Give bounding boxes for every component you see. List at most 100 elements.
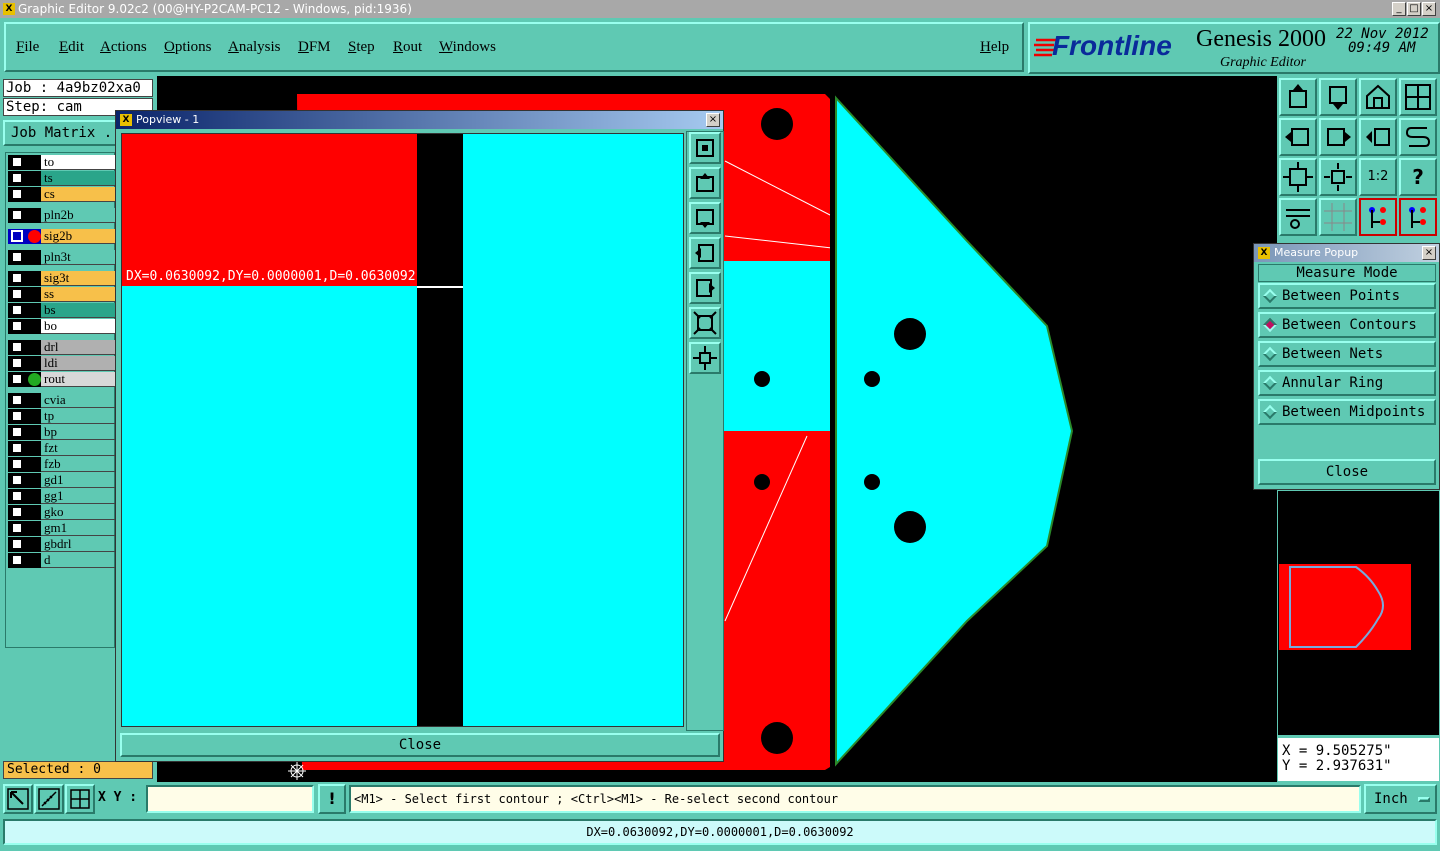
menu-actions[interactable]: Actions	[100, 39, 147, 56]
layer-row[interactable]: d	[8, 553, 116, 568]
tool-net-view-alt-button[interactable]	[1399, 198, 1437, 236]
tool-help-button[interactable]: ?	[1399, 158, 1437, 196]
popview-pan-left-button[interactable]	[689, 237, 721, 269]
measure-option-between-contours[interactable]: Between Contours	[1258, 312, 1436, 338]
tool-net-view-button[interactable]	[1359, 198, 1397, 236]
tool-pan-right-button[interactable]	[1319, 118, 1357, 156]
layer-checkbox[interactable]	[11, 357, 23, 369]
layer-row[interactable]: ldi	[8, 356, 116, 371]
layer-checkbox[interactable]	[11, 458, 23, 470]
layer-checkbox[interactable]	[11, 373, 23, 385]
tool-grid-button[interactable]	[1319, 198, 1357, 236]
layer-row[interactable]: gbdrl	[8, 537, 116, 552]
layer-checkbox[interactable]	[11, 251, 23, 263]
layer-checkbox[interactable]	[11, 410, 23, 422]
popview-zoom-out-button[interactable]	[689, 342, 721, 374]
layer-checkbox[interactable]	[11, 272, 23, 284]
layer-checkbox[interactable]	[11, 209, 23, 221]
measure-close-button[interactable]: Close	[1258, 459, 1436, 485]
layer-row[interactable]: gko	[8, 505, 116, 520]
menu-dfm[interactable]: DFM	[298, 39, 331, 56]
layer-checkbox[interactable]	[11, 442, 23, 454]
grid-snap-button[interactable]	[65, 784, 95, 814]
layer-row[interactable]: drl	[8, 340, 116, 355]
tool-swap-button[interactable]	[1359, 118, 1397, 156]
tool-home-button[interactable]	[1359, 78, 1397, 116]
layer-row[interactable]: ts	[8, 171, 116, 186]
popview-pan-down-button[interactable]	[689, 202, 721, 234]
menu-edit[interactable]: Edit	[59, 39, 84, 56]
menu-step[interactable]: Step	[348, 39, 375, 56]
layer-row[interactable]: bo	[8, 319, 116, 334]
layer-row[interactable]: fzt	[8, 441, 116, 456]
layer-row[interactable]: fzb	[8, 457, 116, 472]
measure-tool-button[interactable]	[34, 784, 64, 814]
popview-canvas[interactable]: DX=0.0630092,DY=0.0000001,D=0.0630092	[121, 133, 684, 727]
tool-pan-down-button[interactable]	[1319, 78, 1357, 116]
measure-option-annular-ring[interactable]: Annular Ring	[1258, 370, 1436, 396]
popview-zoom-window-button[interactable]	[689, 132, 721, 164]
layer-checkbox[interactable]	[11, 522, 23, 534]
layer-checkbox[interactable]	[11, 172, 23, 184]
layer-checkbox[interactable]	[11, 538, 23, 550]
menu-windows[interactable]: Windows	[439, 39, 496, 56]
layer-row[interactable]: to	[8, 155, 116, 170]
select-mode-button[interactable]	[3, 784, 33, 814]
tool-split-view-button[interactable]	[1399, 78, 1437, 116]
layer-row[interactable]: bp	[8, 425, 116, 440]
layer-checkbox[interactable]	[11, 304, 23, 316]
layer-row-active[interactable]: sig2b	[8, 229, 116, 244]
measure-close-icon[interactable]: ×	[1422, 246, 1436, 260]
layer-checkbox[interactable]	[11, 230, 23, 242]
layer-checkbox[interactable]	[11, 341, 23, 353]
layer-row[interactable]: rout	[8, 372, 116, 387]
layer-checkbox[interactable]	[11, 320, 23, 332]
layer-row[interactable]: tp	[8, 409, 116, 424]
overview-map[interactable]	[1277, 490, 1440, 736]
tool-snap-button[interactable]	[1279, 198, 1317, 236]
maximize-button[interactable]: □	[1407, 2, 1421, 16]
units-selector[interactable]: Inch	[1364, 784, 1437, 814]
minimize-button[interactable]: _	[1392, 2, 1406, 16]
layer-row[interactable]: gd1	[8, 473, 116, 488]
menu-rout[interactable]: Rout	[393, 39, 422, 56]
layer-row[interactable]: cvia	[8, 393, 116, 408]
tool-pan-left-button[interactable]	[1279, 118, 1317, 156]
tool-zoom-out-button[interactable]	[1319, 158, 1357, 196]
xy-input[interactable]	[146, 785, 314, 813]
layer-row[interactable]: pln3t	[8, 250, 116, 265]
menu-analysis[interactable]: Analysis	[228, 39, 281, 56]
menu-file[interactable]: File	[16, 39, 39, 56]
popview-pan-up-button[interactable]	[689, 167, 721, 199]
measure-option-between-points[interactable]: Between Points	[1258, 283, 1436, 309]
popview-zoom-in-button[interactable]	[689, 307, 721, 339]
layer-checkbox[interactable]	[11, 506, 23, 518]
layer-checkbox[interactable]	[11, 394, 23, 406]
layer-checkbox[interactable]	[11, 288, 23, 300]
layer-row[interactable]: gm1	[8, 521, 116, 536]
layer-row[interactable]: sig3t	[8, 271, 116, 286]
tool-ratio-button[interactable]: 1:2	[1359, 158, 1397, 196]
measure-option-between-nets[interactable]: Between Nets	[1258, 341, 1436, 367]
menu-help[interactable]: Help	[980, 39, 1009, 56]
layer-row[interactable]: gg1	[8, 489, 116, 504]
layer-row[interactable]: ss	[8, 287, 116, 302]
layer-checkbox[interactable]	[11, 156, 23, 168]
tool-pan-up-button[interactable]	[1279, 78, 1317, 116]
tool-zoom-in-button[interactable]	[1279, 158, 1317, 196]
layer-row[interactable]: pln2b	[8, 208, 116, 223]
layer-checkbox[interactable]	[11, 554, 23, 566]
popview-close-icon[interactable]: ×	[706, 113, 720, 127]
layer-row[interactable]: bs	[8, 303, 116, 318]
menu-options[interactable]: Options	[164, 39, 212, 56]
layer-checkbox[interactable]	[11, 490, 23, 502]
measure-option-between-midpoints[interactable]: Between Midpoints	[1258, 399, 1436, 425]
layer-checkbox[interactable]	[11, 188, 23, 200]
layer-checkbox[interactable]	[11, 426, 23, 438]
layer-checkbox[interactable]	[11, 474, 23, 486]
close-window-button[interactable]: ×	[1422, 2, 1436, 16]
layer-row[interactable]: cs	[8, 187, 116, 202]
popview-close-button[interactable]: Close	[120, 733, 720, 757]
tool-s-curve-button[interactable]	[1399, 118, 1437, 156]
popview-pan-right-button[interactable]	[689, 272, 721, 304]
